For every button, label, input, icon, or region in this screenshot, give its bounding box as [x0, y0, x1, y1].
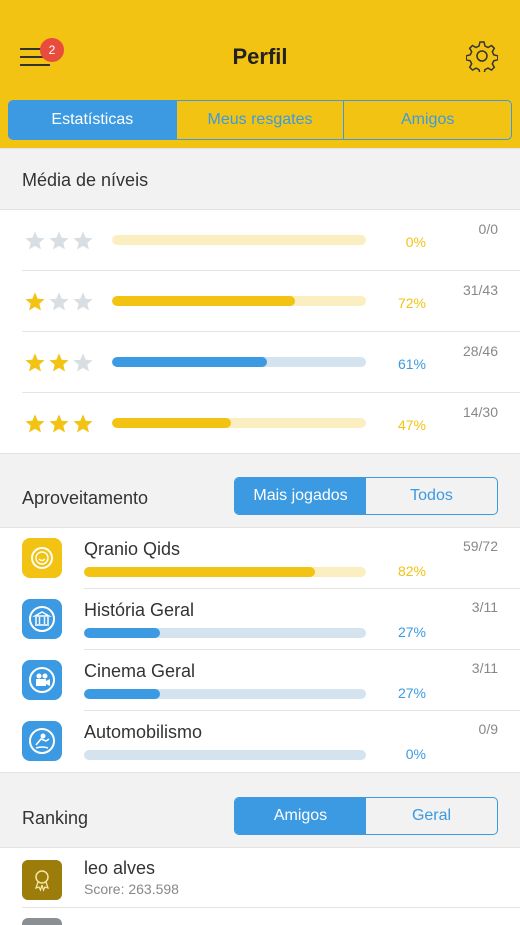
level-progress-bar — [112, 357, 366, 367]
levels-section-header: Média de níveis — [0, 148, 520, 210]
qids-face-icon — [22, 538, 62, 578]
level-percent: 61% — [397, 356, 426, 372]
app-header: 2 Perfil Estatísticas Meus resgates Amig… — [0, 0, 520, 148]
level-row: 47% 14/30 — [0, 393, 520, 454]
toggle-mais-jogados[interactable]: Mais jogados — [235, 478, 366, 514]
gear-icon[interactable] — [466, 40, 498, 72]
level-progress-bar — [112, 235, 366, 245]
level-percent: 72% — [397, 295, 426, 311]
ranking-toggle: Amigos Geral — [234, 797, 498, 835]
star-rating-icon — [24, 230, 96, 252]
category-percent: 0% — [405, 746, 426, 762]
performance-toggle: Mais jogados Todos — [234, 477, 498, 515]
ranking-name: leo alves — [84, 858, 156, 878]
tab-meus-resgates[interactable]: Meus resgates — [175, 101, 344, 139]
level-fraction: 14/30 — [462, 404, 498, 420]
category-progress-bar — [84, 750, 366, 760]
category-fraction: 3/11 — [471, 599, 498, 615]
level-row: 0% 0/0 — [0, 210, 520, 271]
category-percent: 82% — [397, 563, 426, 579]
star-rating-icon — [24, 413, 96, 435]
toggle-geral[interactable]: Geral — [366, 798, 497, 834]
level-fraction: 28/46 — [462, 343, 498, 359]
star-rating-icon — [24, 291, 96, 313]
page-title: Perfil — [232, 44, 288, 69]
level-row: 61% 28/46 — [0, 332, 520, 393]
museum-icon — [22, 599, 62, 639]
toggle-amigos[interactable]: Amigos — [235, 798, 366, 834]
tab-amigos[interactable]: Amigos — [343, 101, 511, 139]
level-fraction: 31/43 — [462, 282, 498, 298]
toggle-todos[interactable]: Todos — [366, 478, 497, 514]
level-row: 72% 31/43 — [0, 271, 520, 332]
category-name: História Geral — [84, 600, 195, 620]
racer-icon — [22, 721, 62, 761]
category-progress-bar — [84, 567, 366, 577]
performance-section-header: Aproveitamento Mais jogados Todos — [0, 453, 520, 528]
category-name: Qranio Qids — [84, 539, 181, 559]
category-row[interactable]: Cinema Geral 27% 3/11 — [0, 650, 520, 711]
category-fraction: 59/72 — [462, 538, 498, 554]
camera-icon — [22, 660, 62, 700]
ranking-row[interactable] — [0, 908, 520, 925]
category-percent: 27% — [397, 624, 426, 640]
medal-icon — [22, 860, 62, 900]
profile-tabs: Estatísticas Meus resgates Amigos — [8, 100, 512, 140]
level-percent: 47% — [397, 417, 426, 433]
category-name: Cinema Geral — [84, 661, 196, 681]
ranking-section-title: Ranking — [22, 808, 89, 828]
medal-icon — [22, 918, 62, 925]
level-progress-bar — [112, 418, 366, 428]
category-percent: 27% — [397, 685, 426, 701]
ranking-row[interactable]: leo alves Score: 263.598 — [0, 848, 520, 908]
tab-estatisticas[interactable]: Estatísticas — [9, 101, 176, 139]
ranking-section-header: Ranking Amigos Geral — [0, 772, 520, 848]
category-row[interactable]: História Geral 27% 3/11 — [0, 589, 520, 650]
category-row[interactable]: Automobilismo 0% 0/9 — [0, 711, 520, 772]
performance-section-title: Aproveitamento — [22, 488, 149, 508]
category-progress-bar — [84, 628, 366, 638]
category-row[interactable]: Qranio Qids 82% 59/72 — [0, 528, 520, 589]
level-progress-bar — [112, 296, 366, 306]
level-fraction: 0/0 — [478, 221, 498, 237]
category-fraction: 0/9 — [478, 721, 498, 737]
level-percent: 0% — [405, 234, 426, 250]
category-progress-bar — [84, 689, 366, 699]
category-fraction: 3/11 — [471, 660, 498, 676]
category-name: Automobilismo — [84, 722, 203, 742]
star-rating-icon — [24, 352, 96, 374]
levels-section-title: Média de níveis — [22, 170, 149, 190]
ranking-score: Score: 263.598 — [84, 881, 179, 897]
